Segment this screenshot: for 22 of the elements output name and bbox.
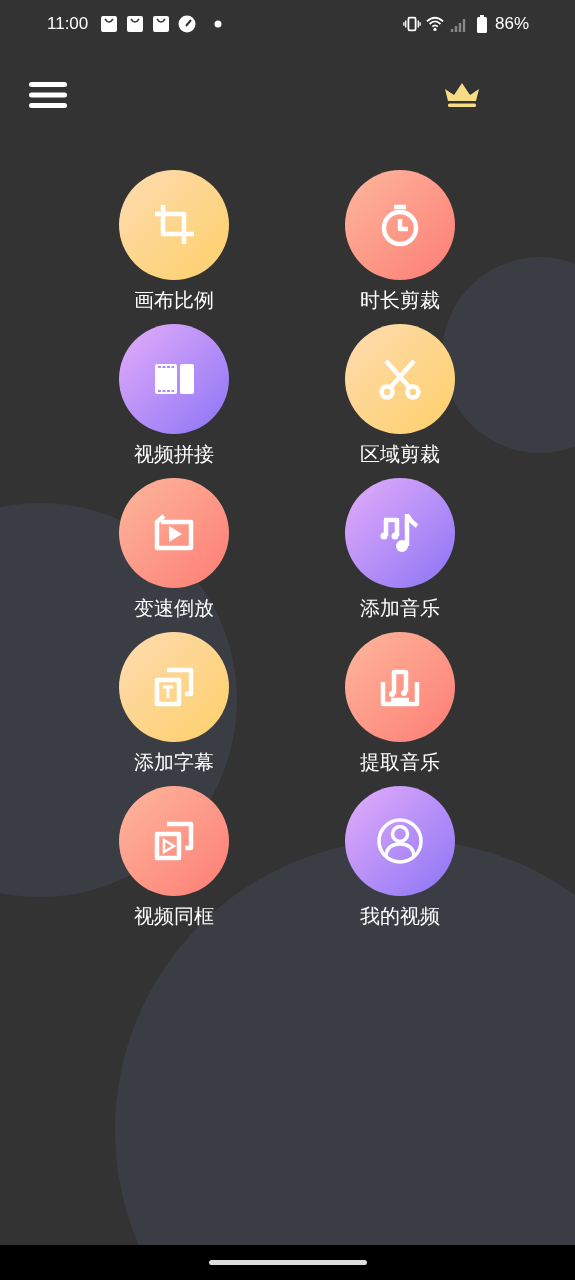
- tool-button[interactable]: 画布比例: [94, 170, 254, 314]
- tool-button[interactable]: 变速倒放: [94, 478, 254, 622]
- menu-icon[interactable]: [29, 82, 67, 108]
- crown-icon[interactable]: [444, 82, 480, 108]
- tool-button[interactable]: 时长剪裁: [320, 170, 480, 314]
- tool-button[interactable]: 视频同框: [94, 786, 254, 930]
- tool-button[interactable]: 我的视频: [320, 786, 480, 930]
- shopping-bag-icon: [152, 15, 171, 33]
- tool-button[interactable]: 视频拼接: [94, 324, 254, 468]
- battery-percent: 86%: [494, 14, 529, 34]
- status-time: 11:00: [47, 14, 89, 34]
- wifi-icon: [425, 15, 444, 33]
- speedometer-icon: [178, 15, 197, 33]
- vibrate-icon: [402, 15, 421, 33]
- user-profile-icon: [375, 816, 425, 866]
- battery-icon: [476, 15, 487, 33]
- tool-button[interactable]: 添加音乐: [320, 478, 480, 622]
- tool-button[interactable]: 区域剪裁: [320, 324, 480, 468]
- tool-button[interactable]: 提取音乐: [320, 632, 480, 776]
- shopping-bag-icon: [126, 15, 145, 33]
- shopping-bag-icon: [100, 15, 119, 33]
- notification-dot-icon: [214, 20, 223, 28]
